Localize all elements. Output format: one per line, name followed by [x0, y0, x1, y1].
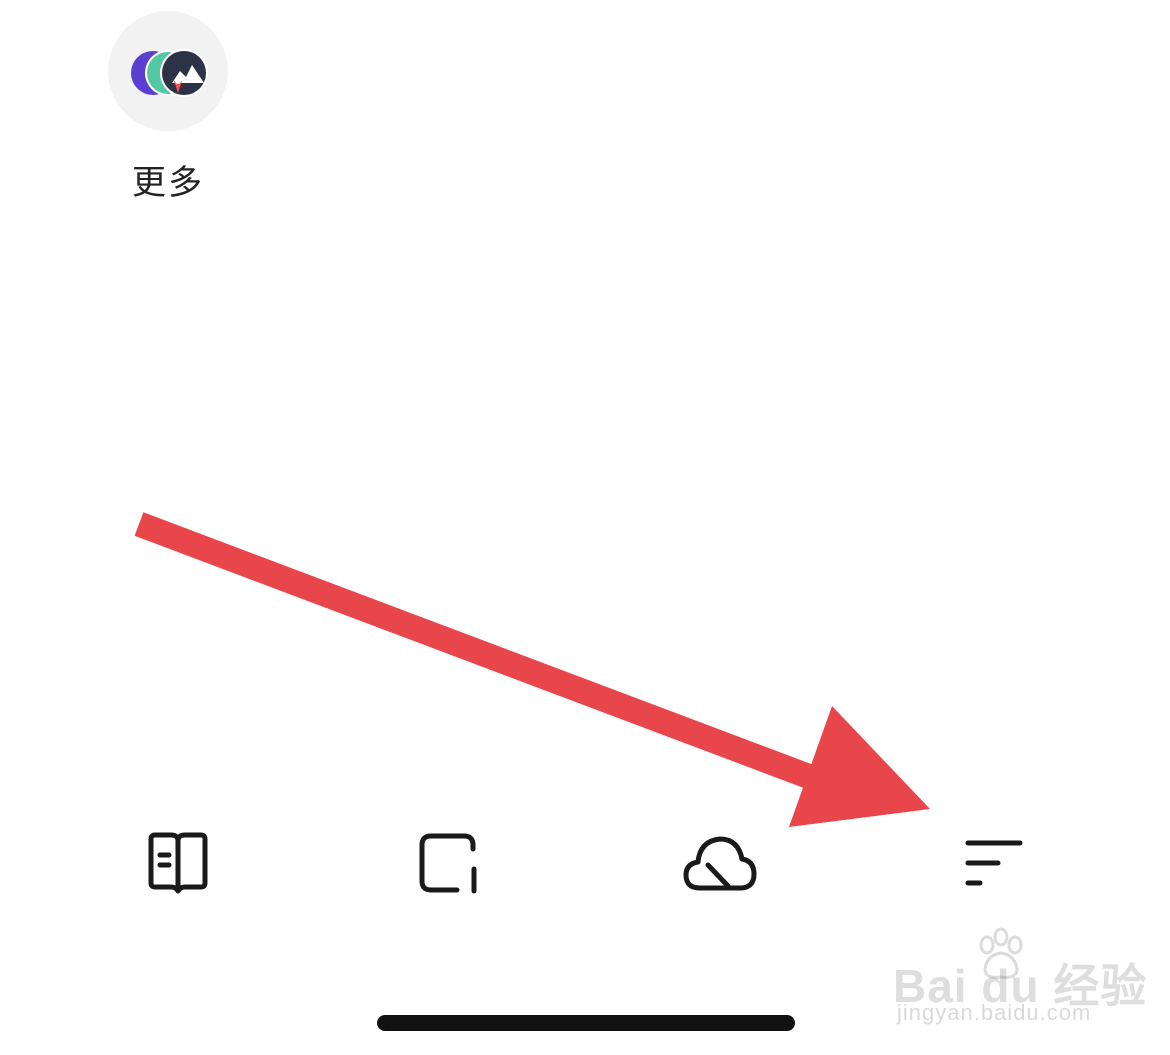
home-indicator[interactable] [377, 1015, 795, 1031]
baidu-watermark: Bai du 经验 jingyan.baidu.com [893, 925, 1163, 1035]
watermark-subtitle: jingyan.baidu.com [897, 1000, 1092, 1025]
red-arrow-annotation [134, 512, 930, 827]
